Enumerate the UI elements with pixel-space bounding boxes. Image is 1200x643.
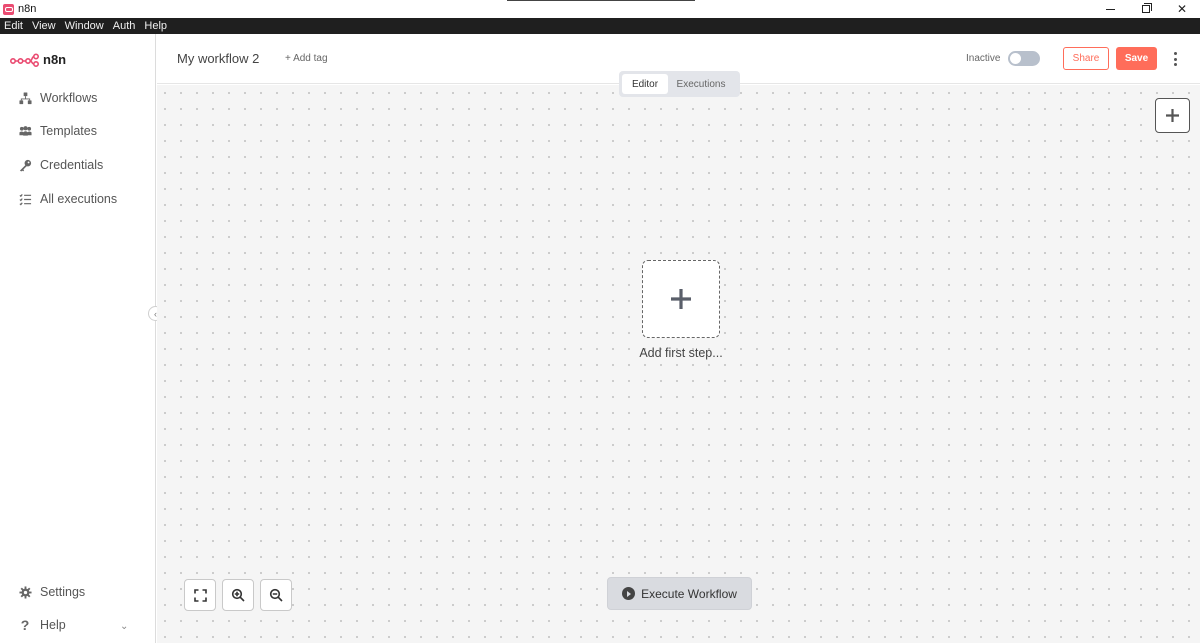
execute-workflow-button[interactable]: Execute Workflow <box>607 577 752 610</box>
n8n-logo-icon <box>10 52 39 67</box>
zoom-out-icon <box>269 588 283 602</box>
plus-icon <box>1166 109 1179 122</box>
zoom-in-icon <box>231 588 245 602</box>
play-icon <box>622 587 636 600</box>
sidebar-item-label: Workflows <box>40 91 98 105</box>
tab-executions[interactable]: Executions <box>668 74 734 94</box>
view-tabs: Editor Executions <box>619 71 740 97</box>
minimize-button[interactable] <box>1090 0 1130 18</box>
app-icon <box>3 3 14 15</box>
n8n-logo[interactable]: n8n <box>10 52 66 67</box>
menu-auth[interactable]: Auth <box>113 20 136 32</box>
active-toggle[interactable] <box>1008 51 1040 66</box>
zoom-out-button[interactable] <box>260 579 292 611</box>
sidebar-item-credentials[interactable]: Credentials <box>18 158 103 172</box>
minimize-icon <box>1105 8 1115 10</box>
menu-view[interactable]: View <box>32 20 56 32</box>
question-icon: ? <box>20 617 30 633</box>
fit-view-icon <box>193 588 207 602</box>
add-node-button[interactable] <box>1155 98 1190 133</box>
templates-icon <box>18 124 32 138</box>
sidebar-item-label: Help <box>40 618 66 632</box>
menu-edit[interactable]: Edit <box>4 20 23 32</box>
add-first-step-label: Add first step... <box>639 346 723 360</box>
key-icon <box>18 158 32 172</box>
zoom-to-fit-button[interactable] <box>184 579 216 611</box>
window-titlebar: n8n ✕ <box>0 0 1200 18</box>
execute-workflow-label: Execute Workflow <box>641 586 737 601</box>
more-options-icon[interactable] <box>1170 51 1180 67</box>
chevron-down-icon[interactable]: ⌄ <box>120 621 128 632</box>
zoom-in-button[interactable] <box>222 579 254 611</box>
maximize-button[interactable] <box>1126 0 1166 18</box>
list-icon <box>18 192 32 206</box>
sidebar-item-label: All executions <box>40 192 118 206</box>
sidebar-item-label: Templates <box>40 124 97 138</box>
plus-icon <box>671 289 691 309</box>
gear-icon <box>18 585 32 599</box>
share-button[interactable]: Share <box>1063 47 1109 70</box>
tab-editor[interactable]: Editor <box>622 74 668 94</box>
add-first-step-button[interactable] <box>642 260 720 338</box>
sidebar-item-templates[interactable]: Templates <box>18 124 97 138</box>
workflow-canvas[interactable] <box>157 85 1200 643</box>
status-label: Inactive <box>966 53 1001 64</box>
sidebar: n8n Workflows Templates Credentials All … <box>0 34 156 643</box>
workflows-icon <box>18 91 32 105</box>
sidebar-item-help[interactable]: ? Help <box>18 617 66 633</box>
logo-text: n8n <box>43 52 67 67</box>
close-icon: ✕ <box>1176 2 1188 16</box>
menu-window[interactable]: Window <box>65 20 104 32</box>
maximize-icon <box>1142 3 1152 13</box>
close-button[interactable]: ✕ <box>1162 0 1200 18</box>
sidebar-item-settings[interactable]: Settings <box>18 585 85 599</box>
menu-bar: Edit View Window Auth Help <box>0 18 1200 34</box>
workflow-name[interactable]: My workflow 2 <box>177 51 259 66</box>
save-button[interactable]: Save <box>1116 47 1157 70</box>
sidebar-item-label: Credentials <box>40 158 104 172</box>
window-title: n8n <box>18 3 37 15</box>
sidebar-item-all-executions[interactable]: All executions <box>18 192 117 206</box>
titlebar-drag-indicator <box>507 0 695 1</box>
sidebar-item-label: Settings <box>40 585 86 599</box>
sidebar-item-workflows[interactable]: Workflows <box>18 91 97 105</box>
add-tag-button[interactable]: + Add tag <box>285 53 328 64</box>
menu-help[interactable]: Help <box>144 20 167 32</box>
